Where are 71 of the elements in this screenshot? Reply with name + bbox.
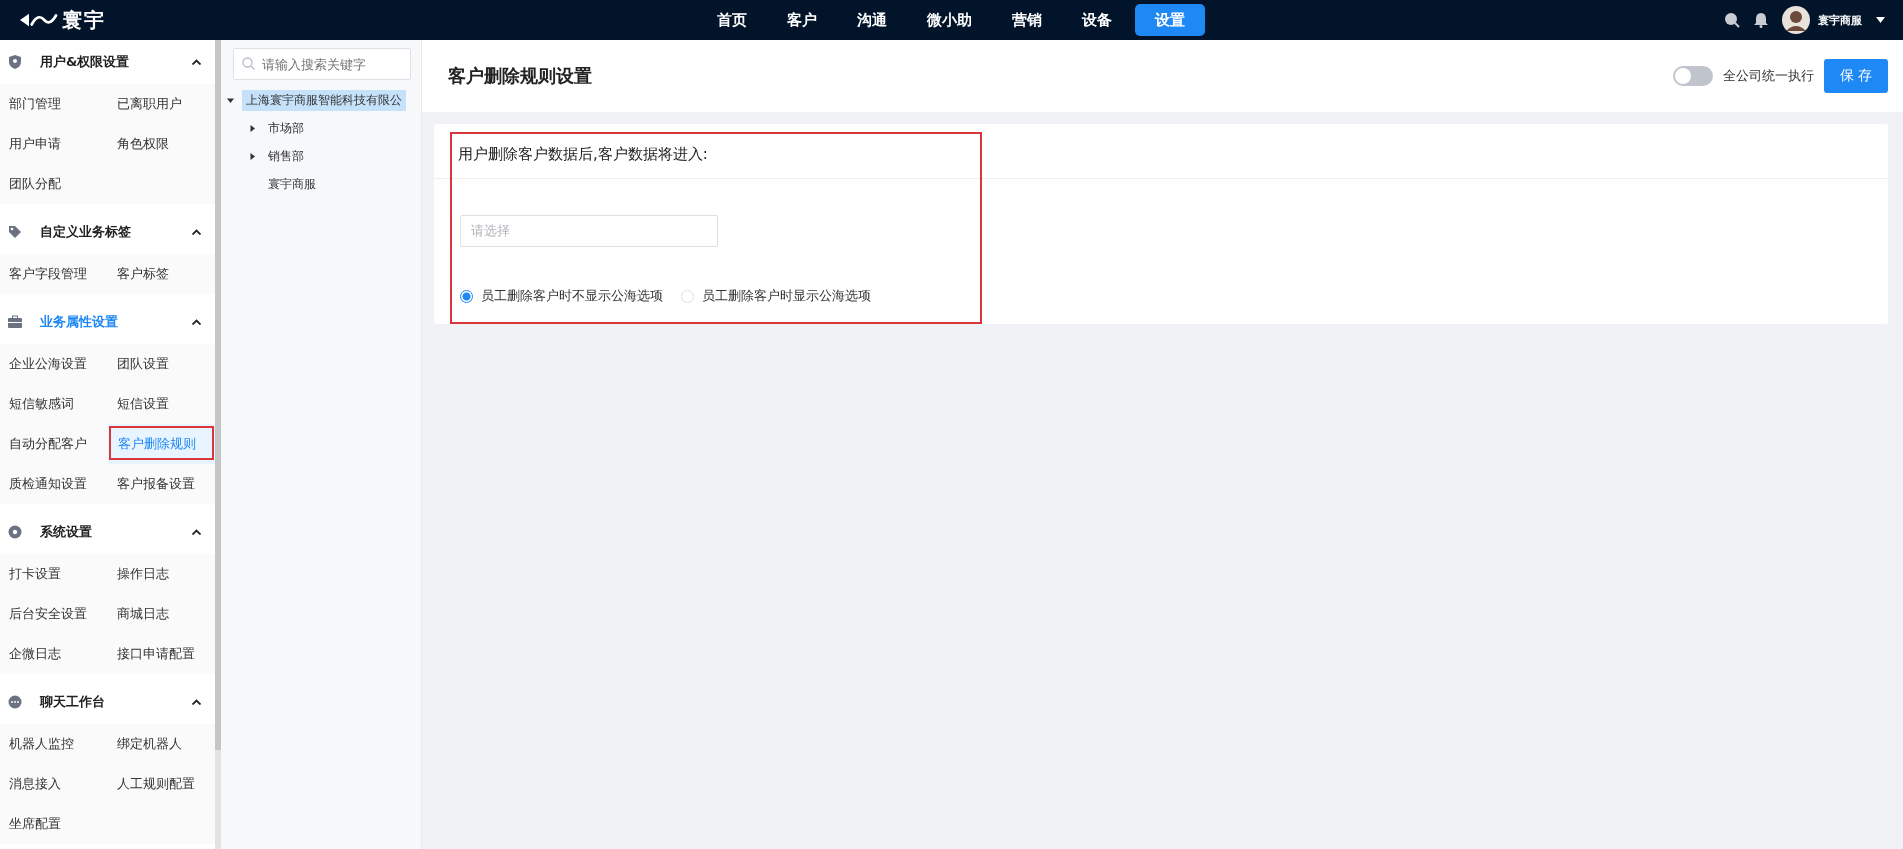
nav-tab[interactable]: 微小助 bbox=[910, 4, 989, 36]
tree-node[interactable]: 市场部 bbox=[264, 117, 308, 139]
sidebar-item[interactable]: 角色权限 bbox=[108, 124, 215, 164]
sidebar-item[interactable]: 操作日志 bbox=[108, 554, 215, 594]
radio-button[interactable] bbox=[460, 289, 473, 303]
chevron-icon[interactable] bbox=[192, 699, 201, 705]
sidebar-item[interactable]: 自动分配客户 bbox=[0, 424, 108, 464]
bell-icon[interactable] bbox=[1754, 12, 1768, 28]
page-title: 客户删除规则设置 bbox=[448, 64, 592, 88]
tree-node[interactable]: 寰宇商服 bbox=[264, 173, 320, 195]
sidebar-item[interactable]: 质检通知设置 bbox=[0, 464, 108, 504]
sidebar-item[interactable]: 绑定机器人 bbox=[108, 724, 215, 764]
sidebar-item[interactable]: 消息接入 bbox=[0, 764, 108, 804]
nav-tab[interactable]: 营销 bbox=[995, 4, 1059, 36]
sidebar-item[interactable]: 客户字段管理 bbox=[0, 254, 108, 294]
sidebar-item[interactable]: 客户标签 bbox=[108, 254, 215, 294]
nav-tab[interactable]: 设备 bbox=[1065, 4, 1129, 36]
tree-node[interactable]: 上海寰宇商服智能科技有限公 bbox=[242, 89, 406, 111]
sidebar-item[interactable]: 后台安全设置 bbox=[0, 594, 108, 634]
group-header[interactable]: 自定义业务标签 bbox=[0, 210, 215, 254]
save-button[interactable]: 保 存 bbox=[1823, 59, 1888, 93]
sidebar-item[interactable]: 打卡设置 bbox=[0, 554, 108, 594]
tree-node[interactable]: 销售部 bbox=[264, 145, 308, 167]
user-name[interactable]: 寰宇商服 bbox=[1818, 12, 1862, 28]
chevron-icon[interactable] bbox=[192, 529, 201, 535]
sidebar-item[interactable]: 企业公海设置 bbox=[0, 344, 108, 384]
toggle-label: 全公司统一执行 bbox=[1722, 67, 1814, 85]
group-header[interactable]: 业务属性设置 bbox=[0, 300, 215, 344]
group-header[interactable]: 用户&权限设置 bbox=[0, 40, 215, 84]
nav-tab[interactable]: 沟通 bbox=[840, 4, 904, 36]
sidebar-item[interactable]: 坐席配置 bbox=[0, 804, 108, 844]
radio-option[interactable]: 员工删除客户时不显示公海选项 bbox=[460, 287, 663, 305]
toggle-switch[interactable] bbox=[1672, 66, 1713, 86]
shield-icon bbox=[8, 55, 22, 69]
sidebar-item[interactable]: 接口申请配置 bbox=[108, 634, 215, 674]
chevron-icon[interactable] bbox=[192, 229, 201, 235]
sidebar-item[interactable]: 团队设置 bbox=[108, 344, 215, 384]
caret-icon[interactable] bbox=[227, 96, 234, 104]
scrollbar-thumb[interactable] bbox=[215, 40, 221, 750]
chat-icon bbox=[8, 695, 22, 709]
sidebar-item[interactable]: 商城日志 bbox=[108, 594, 215, 634]
sidebar-item[interactable]: 已离职用户 bbox=[108, 84, 215, 124]
tag-icon bbox=[8, 225, 22, 239]
avatar-icon[interactable] bbox=[1782, 6, 1810, 34]
sidebar-item[interactable]: 部门管理 bbox=[0, 84, 108, 124]
sidebar-item[interactable]: 机器人监控 bbox=[0, 724, 108, 764]
chevron-icon[interactable] bbox=[192, 59, 201, 65]
chevron-icon[interactable] bbox=[192, 319, 201, 325]
prompt-text: 用户删除客户数据后,客户数据将进入: bbox=[458, 144, 708, 164]
radio-option[interactable]: 员工删除客户时显示公海选项 bbox=[681, 287, 871, 305]
search-field[interactable]: 请输入搜索关键字 bbox=[233, 48, 411, 80]
nav-tab[interactable]: 首页 bbox=[700, 4, 764, 36]
nav-tab[interactable]: 客户 bbox=[770, 4, 834, 36]
sidebar-item[interactable]: 团队分配 bbox=[0, 164, 108, 204]
logo-text: 寰宇 bbox=[62, 6, 106, 34]
group-header[interactable]: 聊天工作台 bbox=[0, 680, 215, 724]
caret-icon[interactable] bbox=[1876, 17, 1885, 23]
gear-icon bbox=[8, 525, 22, 539]
sidebar-item[interactable]: 短信敏感词 bbox=[0, 384, 108, 424]
sidebar-item[interactable]: 用户申请 bbox=[0, 124, 108, 164]
sidebar-item[interactable]: 短信设置 bbox=[108, 384, 215, 424]
caret-icon[interactable] bbox=[249, 124, 256, 132]
briefcase-icon bbox=[8, 315, 22, 329]
nav-tab[interactable]: 设置 bbox=[1135, 4, 1205, 36]
group-header[interactable]: 系统设置 bbox=[0, 510, 215, 554]
logo-icon bbox=[18, 11, 58, 29]
sidebar-item[interactable]: 人工规则配置 bbox=[108, 764, 215, 804]
caret-icon[interactable] bbox=[249, 152, 256, 160]
search-icon[interactable] bbox=[1724, 12, 1740, 28]
sidebar-item[interactable]: 客户报备设置 bbox=[108, 464, 215, 504]
sidebar-item[interactable]: 企微日志 bbox=[0, 634, 108, 674]
